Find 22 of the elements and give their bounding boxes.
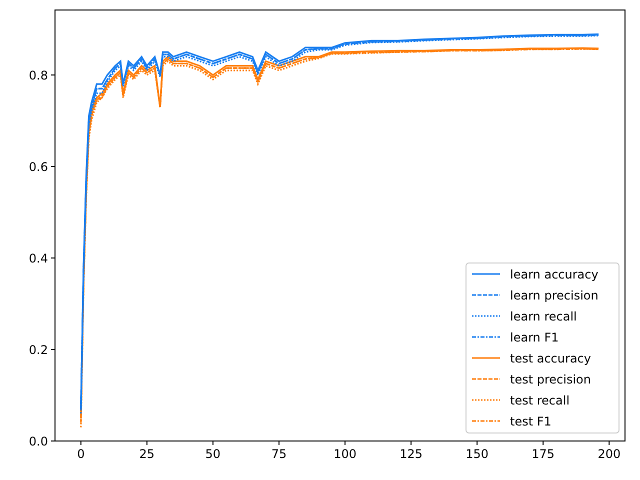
legend-label: test recall (510, 394, 570, 408)
x-tick-label: 100 (334, 447, 356, 461)
y-tick-label: 0.2 (28, 343, 48, 357)
legend-label: learn recall (510, 310, 577, 324)
x-tick-label: 75 (271, 447, 287, 461)
legend-label: learn accuracy (510, 268, 598, 282)
legend-label: learn F1 (510, 330, 559, 344)
y-tick-label: 0.6 (28, 160, 48, 174)
x-tick-label: 125 (400, 447, 422, 461)
legend-label: test F1 (510, 414, 552, 428)
y-tick-label: 0.8 (28, 68, 48, 82)
x-tick-label: 0 (77, 447, 85, 461)
x-tick-label: 25 (139, 447, 155, 461)
legend-label: test accuracy (510, 352, 591, 366)
legend-label: learn precision (510, 288, 598, 302)
y-tick-label: 0.4 (28, 251, 48, 266)
x-tick-label: 150 (466, 447, 489, 461)
x-tick-label: 200 (598, 447, 621, 461)
y-tick-label: 0.0 (28, 434, 48, 448)
legend-label: test precision (510, 372, 591, 386)
x-tick-label: 50 (205, 447, 221, 461)
x-tick-label: 175 (532, 447, 555, 461)
